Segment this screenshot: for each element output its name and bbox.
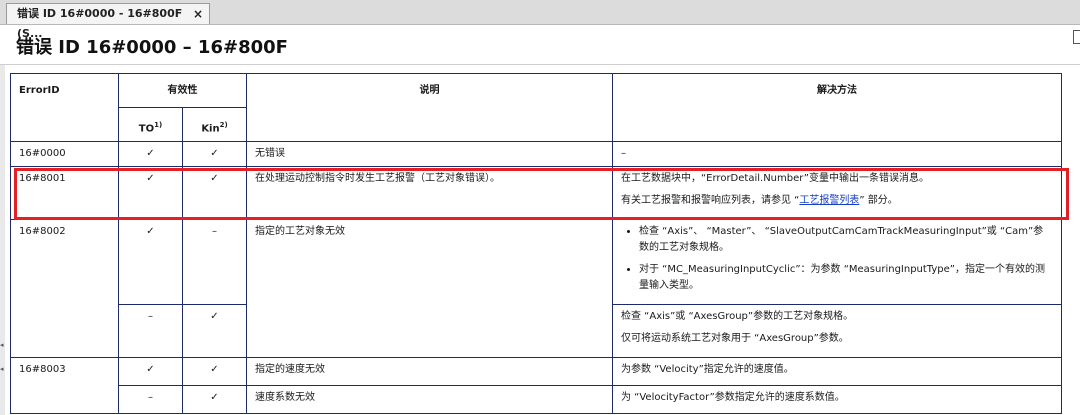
list-item: 检查 “Axis”、 “Master”、 “SlaveOutputCamCamT… [639,224,1053,256]
error-id-cell: 16#8001 [10,166,119,221]
list-item: 对于 “MC_MeasuringInputCyclic”：为参数 “Measur… [639,262,1053,294]
remedy-cell: 检查 “Axis”、 “Master”、 “SlaveOutputCamCamT… [612,219,1062,306]
header-remedy: 解决方法 [612,72,1062,143]
remedy-cell: 为参数 “Velocity”指定允许的速度值。 [612,357,1062,387]
remedy-text-prefix: 有关工艺报警和报警响应列表，请参见 “ [621,195,800,207]
remedy-cell: 检查 “Axis”或 “AxesGroup”参数的工艺对象规格。 仅可将运动系统… [612,304,1062,359]
header-error-id: ErrorID [10,72,119,143]
description-cell: 在处理运动控制指令时发生工艺报警（工艺对象错误）。 [246,166,613,221]
header-kin-label: Kin [201,123,220,135]
table-row: – ✓ 速度系数无效 为 “VelocityFactor”参数指定允许的速度系数… [11,385,1062,415]
close-icon[interactable]: × [193,4,203,24]
description-cell: 速度系数无效 [246,385,613,415]
to-check-cell: ✓ [118,166,183,221]
table-row: 16#8001 ✓ ✓ 在处理运动控制指令时发生工艺报警（工艺对象错误）。 在工… [10,166,1062,221]
alarm-list-link[interactable]: 工艺报警列表 [799,195,859,206]
description-cell: 指定的速度无效 [246,357,613,387]
header-description: 说明 [246,72,613,143]
header-kin: Kin2) [182,106,247,143]
scroll-up-icon[interactable]: ◂ [0,341,4,349]
error-id-cell: 16#8002 [10,219,119,359]
error-id-cell: 16#8003 [10,357,119,415]
remedy-cell: 在工艺数据块中，“ErrorDetail.Number”变量中输出一条错误消息。… [612,166,1062,221]
remedy-text: 有关工艺报警和报警响应列表，请参见 “工艺报警列表” 部分。 [621,193,1053,209]
left-scroll-bar[interactable]: ◂ ◂ [0,65,5,415]
header-divider [0,64,1080,65]
remedy-text: 在工艺数据块中，“ErrorDetail.Number”变量中输出一条错误消息。 [621,173,929,185]
kin-check-cell: ✓ [182,166,247,221]
scroll-down-icon[interactable]: ◂ [0,365,4,373]
to-check-cell: ✓ [118,141,183,168]
header-to: TO1) [118,106,183,143]
error-table: ErrorID 有效性 说明 解决方法 TO1) Kin2) 16#0000 ✓… [10,72,1062,415]
panel-toggle-icon[interactable] [1073,30,1080,44]
to-check-cell: ✓ [118,219,183,306]
kin-check-cell: – [182,219,247,306]
header-to-label: TO [138,123,155,135]
to-check-cell: ✓ [118,357,183,387]
remedy-cell: – [612,141,1062,168]
remedy-text: 仅可将运动系统工艺对象用于 “AxesGroup”参数。 [621,333,849,345]
table-row: 16#8003 ✓ ✓ 指定的速度无效 为参数 “Velocity”指定允许的速… [10,357,1062,415]
error-id-cell: 16#0000 [10,141,119,168]
remedy-text: 检查 “Axis”或 “AxesGroup”参数的工艺对象规格。 [621,311,854,323]
header-validity: 有效性 [118,73,247,108]
footnote-ref: 1) [154,121,163,129]
kin-check-cell: ✓ [182,141,247,168]
page-title: 错误 ID 16#0000 – 16#800F [16,37,288,58]
to-check-cell: – [118,385,183,415]
remedy-cell: 为 “VelocityFactor”参数指定允许的速度系数值。 [612,385,1062,415]
kin-check-cell: ✓ [182,385,247,415]
document-tab[interactable]: 错误 ID 16#0000 - 16#800F (S... × [6,3,210,40]
description-cell: 无错误 [246,141,613,168]
table-row: 16#8002 ✓ – 指定的工艺对象无效 检查 “Axis”、 “Master… [10,219,1062,359]
remedy-text-suffix: ” 部分。 [859,195,898,207]
to-check-cell: – [118,304,183,359]
table-row: 16#0000 ✓ ✓ 无错误 – [10,141,1062,168]
tab-bar: 错误 ID 16#0000 - 16#800F (S... × [0,0,1080,40]
footnote-ref: 2) [219,121,228,129]
kin-check-cell: ✓ [182,357,247,387]
kin-check-cell: ✓ [182,304,247,359]
description-cell: 指定的工艺对象无效 [246,219,613,359]
